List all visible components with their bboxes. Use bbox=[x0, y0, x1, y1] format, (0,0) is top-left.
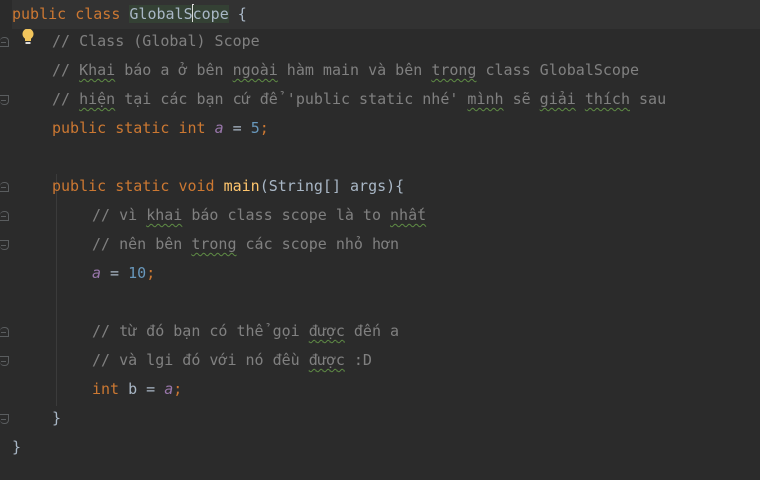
code-line-15[interactable]: } bbox=[52, 404, 760, 433]
comment-text: // bbox=[52, 90, 80, 108]
class-name-part-1: GlobalS bbox=[129, 5, 193, 23]
comment-text bbox=[576, 90, 585, 108]
spell-check-word: khai bbox=[146, 206, 183, 224]
comment-text: // từ đó bạn có thể gọi bbox=[92, 322, 309, 340]
keyword-void: void bbox=[178, 177, 215, 195]
code-line-7[interactable]: public static void main(String[] args){ bbox=[52, 172, 760, 201]
fold-marker-icon[interactable] bbox=[0, 240, 9, 250]
open-brace: { bbox=[237, 5, 247, 23]
editor-gutter bbox=[0, 0, 12, 480]
spell-check-word: trong bbox=[431, 61, 477, 79]
semicolon: ; bbox=[173, 380, 183, 398]
code-line-9[interactable]: // nên bên trong các scope nhỏ hơn bbox=[92, 230, 760, 259]
comment-text: sẽ bbox=[503, 90, 540, 108]
fold-marker-icon[interactable] bbox=[0, 37, 9, 47]
code-line-1[interactable]: public class GlobalScope { bbox=[12, 0, 760, 29]
comment-text: báo class scope là to bbox=[182, 206, 391, 224]
fold-marker-icon[interactable] bbox=[0, 327, 9, 337]
comment-text: class GlobalScope bbox=[476, 61, 640, 79]
method-name-main: main bbox=[223, 177, 260, 195]
keyword-int: int bbox=[92, 380, 120, 398]
code-editor[interactable]: public class GlobalScope { // Class (Glo… bbox=[12, 0, 760, 480]
operator: = bbox=[101, 264, 129, 282]
spell-check-word: được bbox=[308, 322, 345, 340]
code-line-13[interactable]: // và lgi đó với nó đều được :D bbox=[92, 346, 760, 375]
comment-text: // vì bbox=[92, 206, 147, 224]
close-brace: } bbox=[52, 409, 62, 427]
method-params: (String[] args){ bbox=[259, 177, 405, 195]
spell-check-word: thích bbox=[584, 90, 630, 108]
keyword-int: int bbox=[178, 119, 206, 137]
spell-check-word: Khai bbox=[79, 61, 116, 79]
code-text: b = bbox=[119, 380, 165, 398]
code-line-3[interactable]: // Khai báo a ở bên ngoài hàm main và bê… bbox=[52, 56, 760, 85]
code-line-5[interactable]: public static int a = 5; bbox=[52, 114, 760, 143]
close-brace: } bbox=[12, 438, 22, 456]
fold-marker-icon[interactable] bbox=[0, 182, 9, 192]
keyword-public: public bbox=[52, 119, 107, 137]
static-field-a: a bbox=[214, 119, 224, 137]
spell-check-word: giải bbox=[539, 90, 576, 108]
indent-guide bbox=[56, 174, 57, 406]
comment-text: báo a ở bên bbox=[115, 61, 233, 79]
semicolon: ; bbox=[146, 264, 156, 282]
fold-marker-icon[interactable] bbox=[0, 356, 9, 366]
fold-marker-icon[interactable] bbox=[0, 95, 9, 105]
operator: = bbox=[223, 119, 251, 137]
spell-check-word: được bbox=[308, 351, 345, 369]
spell-check-word: hiện bbox=[79, 90, 116, 108]
comment-text: // bbox=[52, 61, 80, 79]
fold-marker-icon[interactable] bbox=[0, 414, 9, 424]
spell-check-word: ngoài bbox=[232, 61, 278, 79]
semicolon: ; bbox=[259, 119, 269, 137]
keyword-public: public bbox=[52, 177, 107, 195]
comment-text: đến a bbox=[344, 322, 400, 340]
code-line-2[interactable]: // Class (Global) Scope bbox=[52, 27, 760, 56]
comment-text: hàm main và bên bbox=[277, 61, 432, 79]
spell-check-word: mình bbox=[467, 90, 504, 108]
comment-text: các scope nhỏ hơn bbox=[236, 235, 400, 253]
comment-text: sau bbox=[629, 90, 667, 108]
number-literal: 10 bbox=[128, 264, 147, 282]
keyword-static: static bbox=[115, 177, 170, 195]
comment-text: tại các bạn cứ để 'public static nhé' bbox=[115, 90, 468, 108]
code-line-14[interactable]: int b = a; bbox=[92, 375, 760, 404]
spell-check-word: trong bbox=[191, 235, 237, 253]
comment-text: // nên bên bbox=[92, 235, 192, 253]
code-line-10[interactable]: a = 10; bbox=[92, 259, 760, 288]
keyword-class: class bbox=[75, 5, 121, 23]
comment-text: :D bbox=[344, 351, 372, 369]
class-name-part-2: cope bbox=[192, 5, 229, 23]
comment: // Class (Global) Scope bbox=[52, 32, 260, 50]
static-field-a: a bbox=[92, 264, 102, 282]
code-line-4[interactable]: // hiện tại các bạn cứ để 'public static… bbox=[52, 85, 760, 114]
keyword-static: static bbox=[115, 119, 170, 137]
number-literal: 5 bbox=[250, 119, 260, 137]
code-line-12[interactable]: // từ đó bạn có thể gọi được đến a bbox=[92, 317, 760, 346]
comment-text: // và lgi đó với nó đều bbox=[92, 351, 309, 369]
spell-check-word: nhất bbox=[390, 206, 427, 224]
keyword-public: public bbox=[12, 5, 67, 23]
fold-marker-icon[interactable] bbox=[0, 211, 9, 221]
static-field-a: a bbox=[164, 380, 174, 398]
code-line-16[interactable]: } bbox=[12, 433, 760, 462]
code-line-8[interactable]: // vì khai báo class scope là to nhất bbox=[92, 201, 760, 230]
